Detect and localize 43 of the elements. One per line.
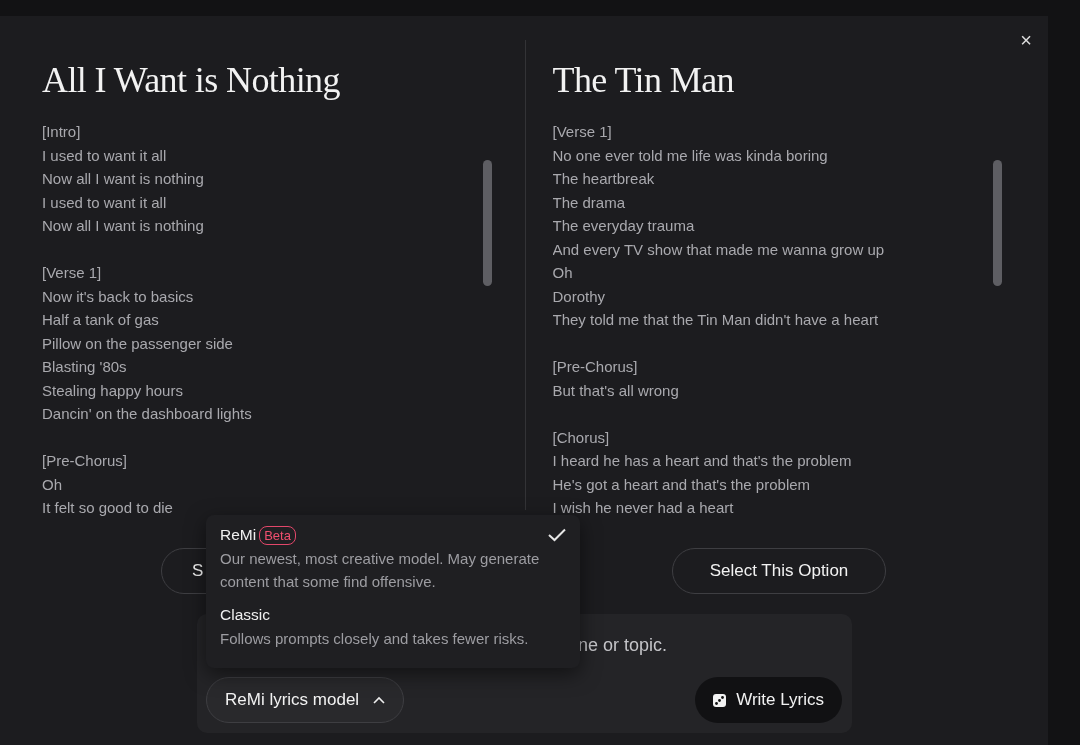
lyric-line: I used to want it all [42,145,168,166]
lyric-line: They told me that the Tin Man didn't have a heart [552,310,880,330]
lyric-line: Now all I want is nothing [42,169,205,189]
scrollbar[interactable] [483,160,492,286]
select-option-button[interactable]: Select This Option [672,548,886,594]
model-option-description: Follows prompts closely and takes fewer risks. [220,629,530,649]
lyric-line: I wish he never had a heart [552,498,735,518]
lyric-line: Stealing happy hours [42,380,184,401]
lyric-line: Half a tank of gas [42,310,160,330]
close-button[interactable]: × [1018,30,1034,50]
lyric-line: Now it's back to basics [42,286,195,307]
lyric-line: [Intro] [42,122,82,142]
scrollbar[interactable] [992,160,1002,286]
lyric-line: I used to want it all [42,192,168,213]
lyric-line: The everyday trauma [552,216,696,236]
dice-icon [713,693,727,707]
model-option-name[interactable]: ReMi [220,523,257,547]
lyric-line: [Verse 1] [42,263,103,283]
lyric-line: [Pre-Chorus] [552,357,639,377]
lyric-line: Dorothy [552,286,607,307]
lyric-line: Blasting '80s [42,357,128,377]
lyric-line: The heartbreak [552,169,656,189]
lyric-line: Oh [42,474,63,495]
lyric-line: But that's all wrong [552,380,680,401]
lyric-line: [Verse 1] [552,122,613,142]
song-title: All I Want is Nothing [42,59,341,102]
lyric-line: [Pre-Chorus] [42,451,129,471]
lyric-line: And every TV show that made me wanna grow up [552,239,886,260]
beta-badge: Beta [259,525,296,545]
lyric-line: Now all I want is nothing [42,216,205,236]
lyric-line: Dancin' on the dashboard lights [42,404,253,424]
model-option-description: Our newest, most creative model. May generate content that some find offensive. [220,549,541,592]
write-lyrics-button[interactable]: Write Lyrics [695,677,842,723]
lyric-line: I heard he has a heart and that's the problem [552,451,853,471]
lyric-line: Oh [552,263,574,283]
lyric-line: Pillow on the passenger side [42,333,234,354]
lyric-line: [Chorus] [552,427,611,448]
lyric-line: No one ever told me life was kinda boring [552,145,829,166]
model-select-button[interactable]: ReMi lyrics model [206,677,405,723]
lyric-line: The drama [552,192,627,213]
lyric-line: He's got a heart and that's the problem [552,474,812,495]
lyric-line: It felt so good to die [42,498,174,518]
song-title: The Tin Man [552,59,735,102]
